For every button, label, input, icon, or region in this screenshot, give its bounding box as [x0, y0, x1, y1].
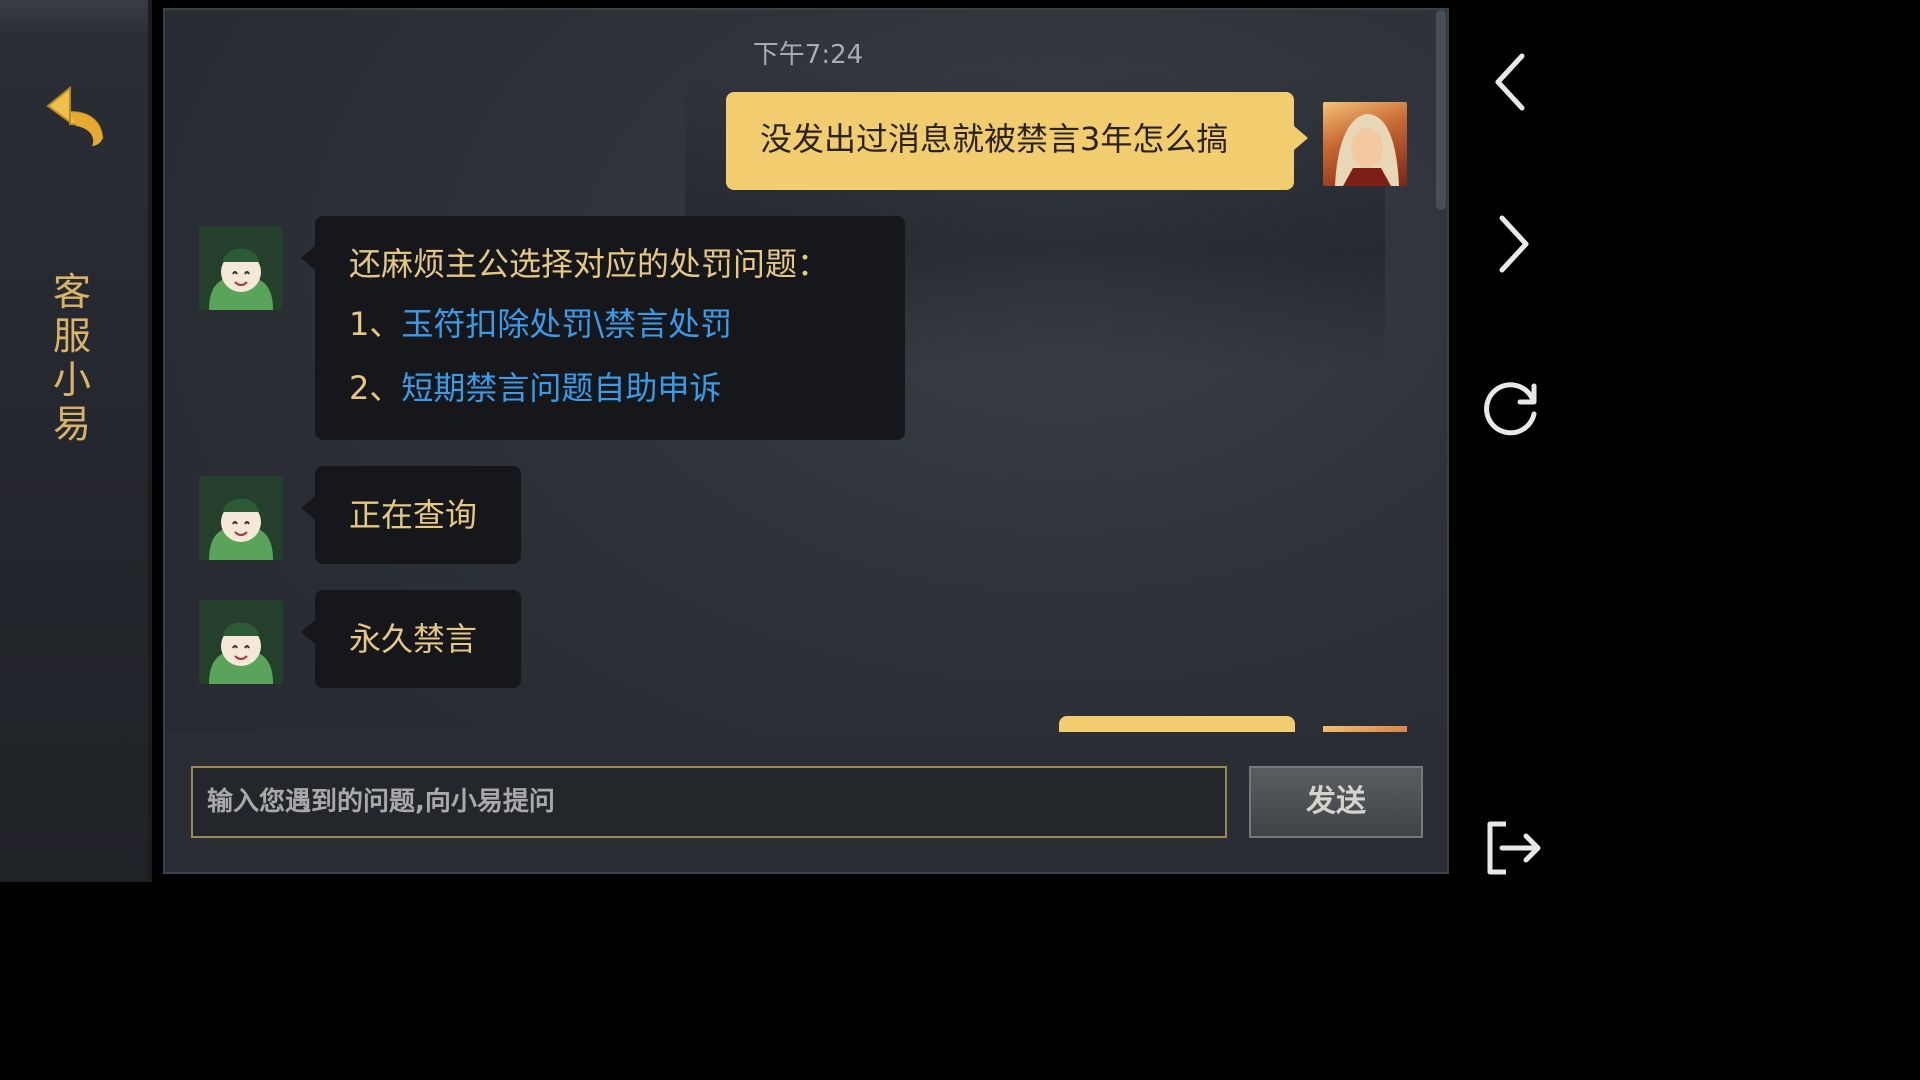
- send-button[interactable]: 发送: [1249, 766, 1423, 838]
- navigation-rail: [1456, 0, 1568, 882]
- forward-icon[interactable]: [1478, 210, 1546, 278]
- option-number: 2、: [349, 369, 402, 407]
- option-number: 1、: [349, 305, 402, 343]
- bot-avatar: [199, 226, 283, 310]
- bot-message-bubble: 正在查询: [301, 466, 521, 564]
- input-bar: 发送: [165, 732, 1447, 872]
- bot-message-text: 永久禁言: [349, 620, 478, 658]
- refresh-icon[interactable]: [1478, 374, 1546, 442]
- user-avatar[interactable]: [1323, 102, 1407, 186]
- option-item[interactable]: 2、短期禁言问题自助申诉: [349, 356, 871, 420]
- bot-message-intro: 还麻烦主公选择对应的处罚问题：: [349, 245, 830, 283]
- bot-avatar: [199, 476, 283, 560]
- bot-avatar: [199, 600, 283, 684]
- question-input[interactable]: [191, 766, 1227, 838]
- sidebar-title: 客服小易: [52, 270, 91, 446]
- user-message-bubble: 没发出过消息就被禁言3年怎么搞: [726, 92, 1308, 190]
- option-link-short-ban-appeal[interactable]: 短期禁言问题自助申诉: [401, 369, 721, 407]
- sidebar: 客服小易: [0, 0, 152, 882]
- exit-icon[interactable]: [1478, 814, 1546, 882]
- bot-message-text: 正在查询: [349, 496, 478, 534]
- option-item[interactable]: 1、玉符扣除处罚\禁言处罚: [349, 292, 871, 356]
- chat-scrollbar[interactable]: [1436, 10, 1446, 210]
- sidebar-top-strip: [0, 0, 148, 36]
- option-link-jade-penalty[interactable]: 玉符扣除处罚\禁言处罚: [401, 305, 732, 343]
- chat-panel: 下午7:24 没发出过消息就被禁言3年怎么搞 还麻烦主公选择对应的处罚问题： 1…: [163, 8, 1449, 874]
- back-icon[interactable]: [1478, 48, 1546, 116]
- bot-message-bubble: 永久禁言: [301, 590, 521, 688]
- user-message-text: 没发出过消息就被禁言3年怎么搞: [760, 120, 1229, 158]
- back-arrow-icon[interactable]: [40, 80, 116, 156]
- bot-message-bubble: 还麻烦主公选择对应的处罚问题： 1、玉符扣除处罚\禁言处罚 2、短期禁言问题自助…: [301, 216, 905, 440]
- message-timestamp: 下午7:24: [752, 40, 864, 70]
